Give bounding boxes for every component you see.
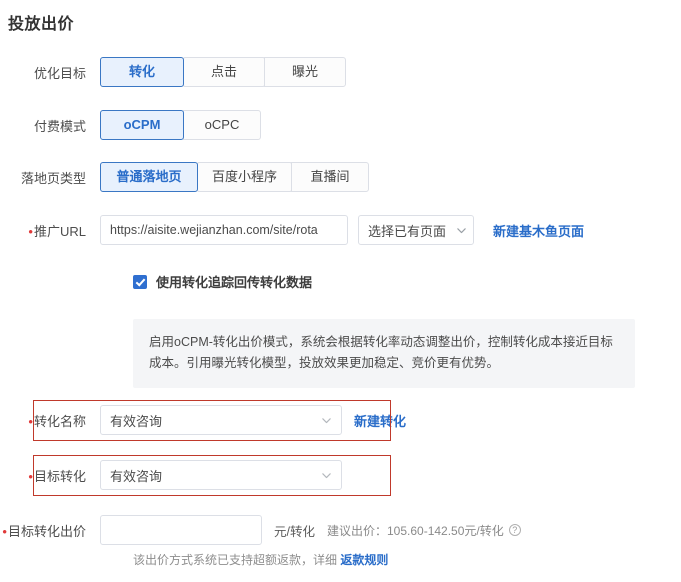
label-target-conversion: •目标转化 — [0, 466, 100, 485]
seg-optimize-goal-2[interactable]: 曝光 — [264, 57, 346, 87]
page-title: 投放出价 — [8, 16, 75, 33]
row-pay-mode: 付费模式 oCPM oCPC — [0, 110, 261, 140]
row-tracking-checkbox: 使用转化追踪回传转化数据 — [133, 272, 312, 291]
chevron-down-icon — [321, 470, 332, 481]
checkbox-tracking[interactable] — [133, 274, 147, 289]
ocpm-notice-box: 启用oCPM-转化出价模式，系统会根据转化率动态调整出价，控制转化成本接近目标成… — [133, 319, 635, 388]
label-promo-url-text: 推广URL — [33, 223, 86, 239]
label-conversion-name: •转化名称 — [0, 411, 100, 430]
label-pay-mode: 付费模式 — [33, 118, 86, 134]
required-asterisk: • — [28, 223, 33, 239]
link-create-conversion[interactable]: 新建转化 — [354, 411, 406, 430]
select-existing-page-label: 选择已有页面 — [368, 223, 447, 239]
select-conversion-name-value: 有效咨询 — [110, 413, 163, 429]
row-target-bid: •目标转化出价 元/转化 建议出价： 105.60-142.50元/转化 ? — [0, 515, 521, 545]
row-optimize-goal: 优化目标 转化 点击 曝光 — [0, 57, 346, 87]
segmented-pay-mode: oCPM oCPC — [100, 110, 261, 140]
chevron-down-icon — [456, 225, 467, 236]
target-bid-input[interactable] — [100, 515, 262, 545]
label-promo-url: •推广URL — [0, 221, 100, 240]
label-optimize-goal: 优化目标 — [33, 65, 86, 81]
seg-pay-mode-0[interactable]: oCPM — [100, 110, 184, 140]
segmented-optimize-goal: 转化 点击 曝光 — [100, 57, 346, 87]
seg-optimize-goal-1[interactable]: 点击 — [183, 57, 265, 87]
question-circle-icon[interactable]: ? — [508, 524, 521, 536]
target-bid-unit: 元/转化 — [274, 524, 315, 539]
seg-optimize-goal-0[interactable]: 转化 — [100, 57, 184, 87]
seg-landing-type-0[interactable]: 普通落地页 — [100, 162, 198, 192]
seg-pay-mode-1[interactable]: oCPC — [183, 110, 261, 140]
link-create-jimuyu-page[interactable]: 新建基木鱼页面 — [493, 221, 584, 240]
label-conversion-name-text: 转化名称 — [33, 413, 86, 429]
chevron-down-icon — [321, 415, 332, 426]
select-target-conversion[interactable]: 有效咨询 — [100, 460, 342, 490]
rebate-note-text: 该出价方式系统已支持超额返款，详细 — [133, 553, 341, 567]
suggest-bid-label: 建议出价： — [326, 523, 387, 538]
row-conversion-name: •转化名称 有效咨询 新建转化 — [0, 405, 406, 435]
required-asterisk: • — [28, 468, 33, 484]
row-landing-type: 落地页类型 普通落地页 百度小程序 直播间 — [0, 162, 370, 192]
label-landing-type: 落地页类型 — [20, 170, 86, 186]
required-asterisk: • — [2, 523, 7, 539]
rebate-note: 该出价方式系统已支持超额返款，详细 返款规则 — [133, 551, 388, 568]
select-target-conversion-value: 有效咨询 — [110, 468, 163, 484]
select-existing-page[interactable]: 选择已有页面 — [358, 215, 474, 245]
seg-landing-type-1[interactable]: 百度小程序 — [197, 162, 293, 192]
label-target-bid-text: 目标转化出价 — [7, 523, 86, 539]
bidding-settings-panel: 投放出价 优化目标 转化 点击 曝光 付费模式 oCPM oCPC 落地页类型 … — [0, 0, 681, 582]
label-target-bid: •目标转化出价 — [0, 521, 100, 540]
row-promo-url: •推广URL 选择已有页面 新建基木鱼页面 — [0, 215, 584, 245]
label-target-conversion-text: 目标转化 — [33, 468, 86, 484]
link-rebate-rules[interactable]: 返款规则 — [340, 553, 388, 567]
row-target-conversion: •目标转化 有效咨询 — [0, 460, 342, 490]
select-conversion-name[interactable]: 有效咨询 — [100, 405, 342, 435]
seg-landing-type-2[interactable]: 直播间 — [291, 162, 370, 192]
segmented-landing-type: 普通落地页 百度小程序 直播间 — [100, 162, 370, 192]
suggest-bid-range: 105.60-142.50元/转化 — [387, 523, 504, 538]
promo-url-input[interactable] — [100, 215, 348, 245]
checkbox-tracking-label: 使用转化追踪回传转化数据 — [156, 275, 313, 290]
required-asterisk: • — [28, 413, 33, 429]
